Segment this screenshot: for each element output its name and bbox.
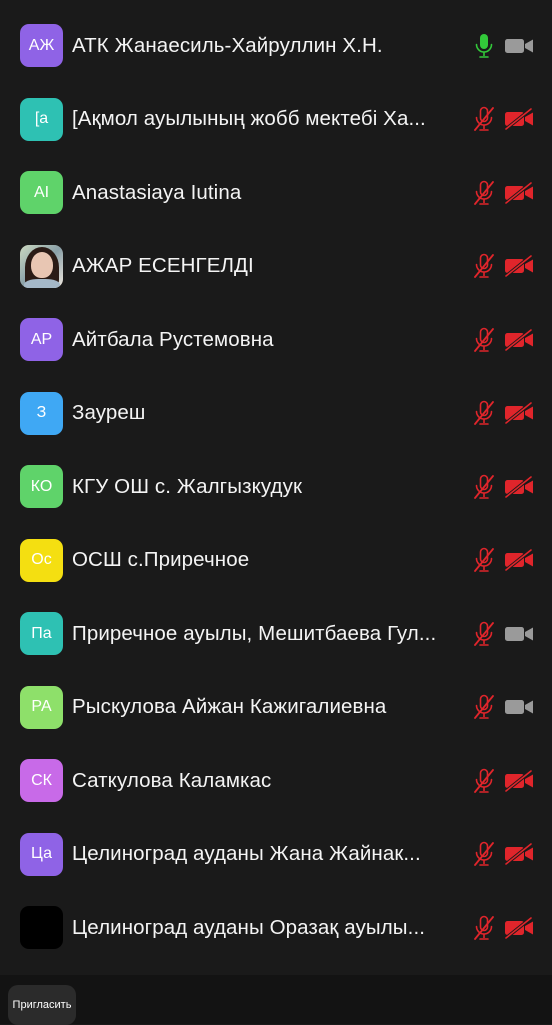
avatar: РА: [20, 685, 63, 729]
participant-name: Приречное ауылы, Мешитбаева Гул...: [72, 621, 437, 645]
microphone-muted-icon[interactable]: [472, 915, 496, 941]
microphone-icon[interactable]: [472, 33, 496, 59]
avatar: [а: [20, 97, 63, 141]
participant-row[interactable]: АЖАР ЕСЕНГЕЛДІ: [0, 230, 552, 304]
participant-row[interactable]: АР Айтбала Рустемовна: [0, 303, 552, 377]
video-camera-off-icon[interactable]: [504, 769, 534, 793]
microphone-muted-icon[interactable]: [472, 694, 496, 720]
video-camera-off-icon[interactable]: [504, 401, 534, 425]
video-camera-off-icon[interactable]: [504, 475, 534, 499]
participant-row[interactable]: AI Anastasiaya Iutina: [0, 156, 552, 230]
participant-name: Айтбала Рустемовна: [72, 327, 274, 351]
microphone-muted-icon[interactable]: [472, 621, 496, 647]
video-camera-icon[interactable]: [504, 623, 534, 645]
microphone-muted-icon[interactable]: [472, 400, 496, 426]
avatar: З: [20, 391, 63, 435]
microphone-muted-icon[interactable]: [472, 474, 496, 500]
microphone-muted-icon[interactable]: [472, 768, 496, 794]
microphone-muted-icon[interactable]: [472, 327, 496, 353]
video-camera-off-icon[interactable]: [504, 916, 534, 940]
participant-name: ОСШ с.Приречное: [72, 548, 250, 572]
participant-name: [Ақмол ауылының жобб мектебі Ха...: [72, 107, 426, 131]
avatar: АЖ: [20, 24, 63, 68]
avatar: СК: [20, 759, 63, 803]
avatar: АР: [20, 318, 63, 362]
participant-name: Целиноград ауданы Оразақ ауылы...: [72, 915, 426, 939]
avatar: КО: [20, 465, 63, 509]
video-camera-off-icon[interactable]: [504, 548, 534, 572]
microphone-muted-icon[interactable]: [472, 180, 496, 206]
participant-row[interactable]: РА Рыскулова Айжан Кажигалиевна: [0, 671, 552, 745]
video-camera-off-icon[interactable]: [504, 842, 534, 866]
participant-row[interactable]: Ос ОСШ с.Приречное: [0, 524, 552, 598]
participant-row[interactable]: [а [Ақмол ауылының жобб мектебі Ха...: [0, 83, 552, 157]
microphone-muted-icon[interactable]: [472, 841, 496, 867]
participant-name: АТК Жанаесиль-Хайруллин Х.Н.: [72, 33, 383, 57]
participant-name: Саткулова Каламкас: [72, 768, 272, 792]
video-camera-off-icon[interactable]: [504, 254, 534, 278]
microphone-muted-icon[interactable]: [472, 547, 496, 573]
avatar: AI: [20, 171, 63, 215]
participant-name: Целиноград ауданы Жана Жайнак...: [72, 842, 421, 866]
participant-row[interactable]: Ца Целиноград ауданы Жана Жайнак...: [0, 818, 552, 892]
avatar: Ос: [20, 538, 63, 582]
avatar: Ца: [20, 832, 63, 876]
participant-row[interactable]: АЖ АТК Жанаесиль-Хайруллин Х.Н.: [0, 9, 552, 83]
participant-name: Anastasiaya Iutina: [72, 180, 242, 204]
avatar: [20, 906, 63, 950]
microphone-muted-icon[interactable]: [472, 253, 496, 279]
video-camera-off-icon[interactable]: [504, 107, 534, 131]
video-camera-off-icon[interactable]: [504, 181, 534, 205]
participant-name: Рыскулова Айжан Кажигалиевна: [72, 695, 387, 719]
participant-name: КГУ ОШ с. Жалгызкудук: [72, 474, 303, 498]
bottom-bar: Пригласить: [0, 975, 552, 1025]
participant-name: АЖАР ЕСЕНГЕЛДІ: [72, 254, 254, 278]
invite-button[interactable]: Пригласить: [8, 985, 76, 1025]
participant-row[interactable]: СК Саткулова Каламкас: [0, 744, 552, 818]
participant-row[interactable]: Па Приречное ауылы, Мешитбаева Гул...: [0, 597, 552, 671]
participant-name: Зауреш: [72, 401, 146, 425]
participant-row[interactable]: Целиноград ауданы Оразақ ауылы...: [0, 891, 552, 965]
video-camera-icon[interactable]: [504, 35, 534, 57]
avatar: [20, 244, 63, 288]
microphone-muted-icon[interactable]: [472, 106, 496, 132]
participants-list[interactable]: АЖ АТК Жанаесиль-Хайруллин Х.Н. [а [Ақмол а…: [0, 0, 552, 975]
participant-row[interactable]: КО КГУ ОШ с. Жалгызкудук: [0, 450, 552, 524]
video-camera-icon[interactable]: [504, 696, 534, 718]
video-camera-off-icon[interactable]: [504, 328, 534, 352]
participant-row[interactable]: З Зауреш: [0, 377, 552, 451]
avatar: Па: [20, 612, 63, 656]
